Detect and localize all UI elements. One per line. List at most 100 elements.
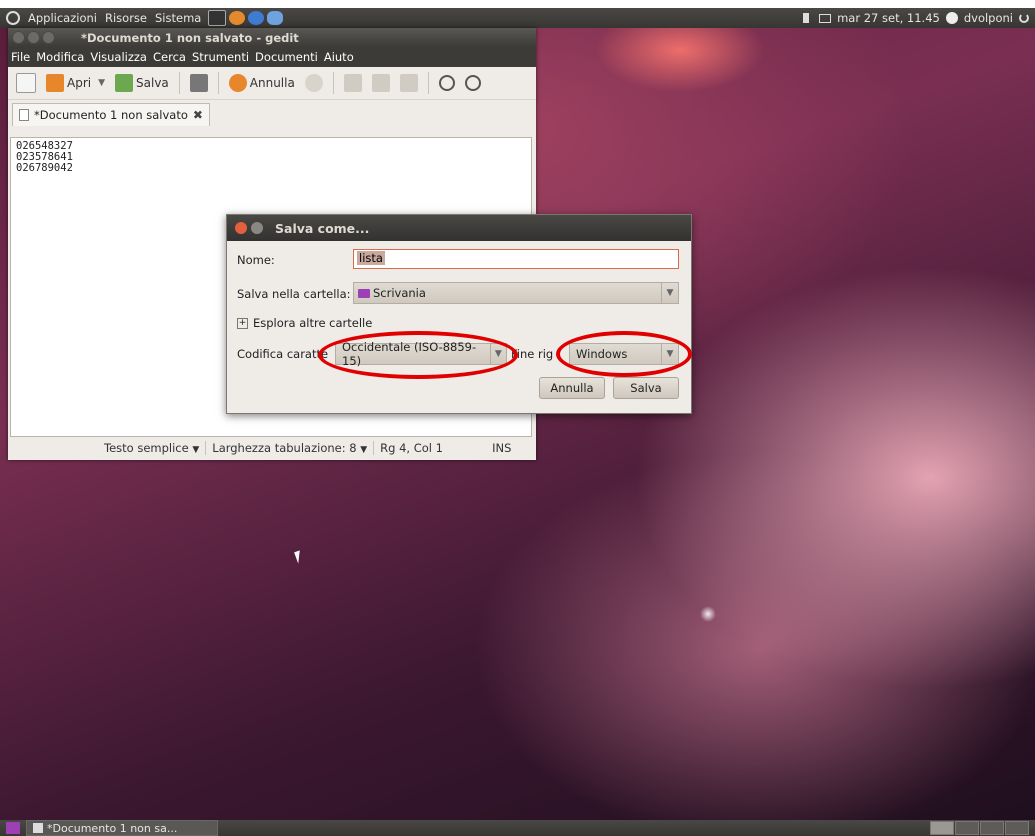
gedit-statusbar: Testo semplice ▼ Larghezza tabulazione: … bbox=[8, 438, 536, 458]
show-desktop-icon[interactable] bbox=[6, 822, 20, 834]
workspace-4[interactable] bbox=[1005, 821, 1029, 835]
window-maximize-icon[interactable] bbox=[42, 31, 55, 44]
bottom-panel: *Documento 1 non sa... bbox=[0, 820, 1035, 836]
gedit-title: *Documento 1 non salvato - gedit bbox=[81, 30, 299, 45]
empathy-launcher-icon[interactable] bbox=[267, 11, 284, 25]
cut-button[interactable] bbox=[340, 72, 366, 94]
browse-label: Esplora altre cartelle bbox=[253, 316, 373, 330]
tab-label: *Documento 1 non salvato bbox=[34, 108, 188, 122]
save-label: Salva bbox=[136, 76, 169, 90]
mail-icon[interactable] bbox=[819, 13, 832, 23]
tab-width-label: Larghezza tabulazione: 8 bbox=[212, 441, 357, 455]
text-document-icon bbox=[19, 109, 29, 121]
menu-modifica[interactable]: Modifica bbox=[33, 50, 87, 64]
chevron-down-icon: ▼ bbox=[360, 445, 368, 455]
replace-button[interactable] bbox=[461, 73, 485, 93]
power-icon[interactable] bbox=[1019, 13, 1029, 23]
task-label: *Documento 1 non sa... bbox=[47, 821, 178, 835]
menu-visualizza[interactable]: Visualizza bbox=[87, 50, 150, 64]
dialog-title: Salva come... bbox=[275, 220, 370, 236]
window-minimize-icon[interactable] bbox=[27, 31, 40, 44]
find-button[interactable] bbox=[435, 73, 459, 93]
menu-applicazioni[interactable]: Applicazioni bbox=[24, 11, 101, 25]
open-folder-icon bbox=[46, 74, 64, 92]
cursor-position: Rg 4, Col 1 bbox=[373, 441, 486, 455]
terminal-launcher-icon[interactable] bbox=[208, 10, 227, 26]
undo-icon bbox=[228, 74, 247, 92]
browse-folders-expander[interactable]: + Esplora altre cartelle bbox=[237, 316, 372, 330]
menu-strumenti[interactable]: Strumenti bbox=[189, 50, 252, 64]
save-button[interactable]: Salva bbox=[613, 377, 679, 399]
language-label: Testo semplice bbox=[104, 441, 189, 455]
new-button[interactable] bbox=[12, 71, 40, 95]
new-document-icon bbox=[16, 73, 36, 93]
speaker-icon[interactable] bbox=[803, 13, 813, 23]
dialog-close-icon[interactable] bbox=[235, 222, 247, 234]
menu-documenti[interactable]: Documenti bbox=[252, 50, 321, 64]
menu-sistema[interactable]: Sistema bbox=[151, 11, 205, 25]
workspace-3[interactable] bbox=[980, 821, 1004, 835]
workspace-2[interactable] bbox=[955, 821, 979, 835]
paste-icon bbox=[399, 74, 418, 92]
gedit-titlebar[interactable]: *Documento 1 non salvato - gedit bbox=[8, 28, 536, 47]
system-tray: mar 27 set, 11.45 dvolponi bbox=[803, 11, 1035, 25]
toolbar-separator bbox=[427, 72, 429, 94]
insert-mode: INS bbox=[492, 441, 512, 455]
expander-plus-icon: + bbox=[237, 317, 248, 329]
open-button[interactable]: Apri ▼ bbox=[42, 72, 109, 94]
toolbar-separator bbox=[217, 72, 219, 94]
open-label: Apri bbox=[67, 76, 92, 90]
tab-close-icon[interactable]: ✖ bbox=[193, 108, 203, 122]
chevron-down-icon[interactable]: ▼ bbox=[98, 78, 105, 88]
cut-icon bbox=[343, 74, 362, 92]
user-status-icon[interactable] bbox=[945, 12, 958, 24]
desktop-folder-icon bbox=[358, 288, 370, 298]
name-label: Nome: bbox=[237, 253, 275, 267]
redo-button[interactable] bbox=[301, 72, 327, 94]
encoding-label: Codifica caratte bbox=[237, 347, 329, 361]
undo-label: Annulla bbox=[249, 76, 295, 90]
cancel-button[interactable]: Annulla bbox=[539, 377, 605, 399]
ubuntu-logo-icon[interactable] bbox=[6, 11, 20, 25]
clock[interactable]: mar 27 set, 11.45 bbox=[837, 11, 940, 25]
folder-combo[interactable]: Scrivania ▼ bbox=[353, 282, 679, 304]
search-replace-icon bbox=[464, 75, 481, 91]
firefox-launcher-icon[interactable] bbox=[229, 11, 246, 25]
document-tabs: *Documento 1 non salvato ✖ bbox=[8, 100, 536, 126]
toolbar-separator bbox=[178, 72, 180, 94]
copy-icon bbox=[371, 74, 390, 92]
save-icon bbox=[115, 74, 134, 92]
help-launcher-icon[interactable] bbox=[248, 11, 265, 25]
save-button[interactable]: Salva bbox=[111, 72, 173, 94]
redo-icon bbox=[304, 74, 323, 92]
encoding-highlight-ellipse bbox=[318, 331, 518, 379]
dialog-titlebar[interactable]: Salva come... bbox=[227, 215, 691, 241]
undo-button[interactable]: Annulla bbox=[225, 72, 299, 94]
tab-document-1[interactable]: *Documento 1 non salvato ✖ bbox=[12, 103, 210, 126]
search-icon bbox=[438, 75, 455, 91]
paste-button[interactable] bbox=[396, 72, 422, 94]
chevron-down-icon: ▼ bbox=[661, 283, 678, 303]
folder-value: Scrivania bbox=[373, 286, 426, 300]
menu-file[interactable]: File bbox=[8, 50, 33, 64]
dialog-minimize-icon[interactable] bbox=[251, 222, 263, 234]
wallpaper-glow bbox=[700, 606, 716, 622]
window-close-icon[interactable] bbox=[12, 31, 25, 44]
menu-aiuto[interactable]: Aiuto bbox=[321, 50, 357, 64]
language-selector[interactable]: Testo semplice ▼ bbox=[98, 441, 205, 455]
print-icon bbox=[189, 74, 208, 92]
filename-input[interactable]: lista bbox=[353, 249, 679, 269]
print-button[interactable] bbox=[186, 72, 212, 94]
menu-cerca[interactable]: Cerca bbox=[150, 50, 189, 64]
user-name[interactable]: dvolponi bbox=[964, 11, 1013, 25]
workspace-1[interactable] bbox=[930, 821, 954, 835]
workspace-switcher bbox=[930, 821, 1029, 835]
toolbar-separator bbox=[332, 72, 334, 94]
tab-width-selector[interactable]: Larghezza tabulazione: 8 ▼ bbox=[205, 441, 373, 455]
taskbar-item-gedit[interactable]: *Documento 1 non sa... bbox=[26, 820, 219, 836]
top-panel: Applicazioni Risorse Sistema mar 27 set,… bbox=[0, 8, 1035, 28]
editor-line: 023578641 bbox=[16, 151, 73, 163]
copy-button[interactable] bbox=[368, 72, 394, 94]
folder-label: Salva nella cartella: bbox=[237, 287, 351, 301]
menu-risorse[interactable]: Risorse bbox=[101, 11, 151, 25]
